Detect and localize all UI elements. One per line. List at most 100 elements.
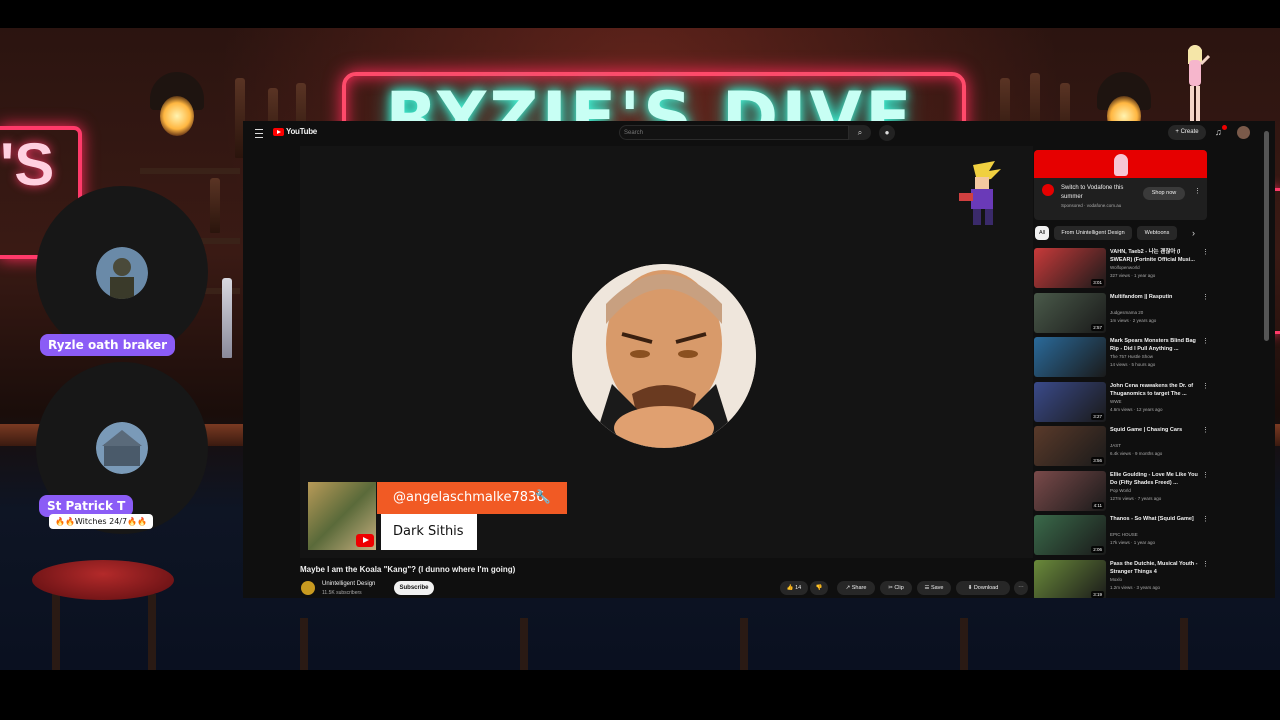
youtube-logo-text[interactable]: YouTube (286, 127, 317, 136)
recommendation-thumbnail[interactable] (1034, 337, 1106, 377)
video-player[interactable]: @angelaschmalke7836 🔧 Dark Sithis (300, 146, 1033, 558)
recommendation-channel[interactable]: The 757 Hustle Show (1110, 354, 1153, 359)
recommendation-thumbnail[interactable]: 2:57 (1034, 292, 1106, 333)
bell-icon[interactable]: ♫ (1215, 127, 1222, 137)
chevron-right-icon[interactable]: › (1192, 226, 1195, 240)
ad-figure (1114, 154, 1128, 176)
menu-icon[interactable] (255, 129, 263, 138)
recommendation-item[interactable]: 3:56 Squid Game | Chasing Cars JAST 6.4k vi… (1034, 426, 1264, 466)
pixel-sprite (959, 161, 1001, 225)
recommendation-title[interactable]: Squid Game | Chasing Cars (1110, 426, 1200, 434)
chip-from-channel[interactable]: From Unintelligent Design (1054, 226, 1132, 240)
more-actions-icon[interactable]: ⋯ (1014, 581, 1028, 595)
recommendation-channel[interactable]: Pop World (1110, 488, 1131, 493)
stool-leg (1180, 618, 1188, 670)
save-button[interactable]: ☰ Save (917, 581, 951, 595)
recommendation-channel[interactable]: Wolfopenworld (1110, 265, 1140, 270)
recommendation-title[interactable]: Pass the Dutchie, Musical Youth - Strang… (1110, 560, 1200, 576)
bar-stool (32, 560, 174, 600)
kebab-icon[interactable]: ⋮ (1202, 382, 1209, 390)
channel-avatar[interactable] (301, 581, 315, 595)
recommendation-item[interactable]: 3:27 John Cena reawakens the Dr. of Thuga… (1034, 381, 1264, 422)
recommendation-thumbnail[interactable]: 3:56 (1034, 426, 1106, 466)
recommendation-title[interactable]: Thanos - So What [Squid Game] (1110, 515, 1200, 523)
scrollbar[interactable] (1264, 131, 1269, 341)
kebab-icon[interactable]: ⋮ (1202, 293, 1209, 301)
user-avatar (96, 247, 148, 299)
search-input[interactable]: Search (619, 125, 849, 140)
kebab-icon[interactable]: ⋮ (1202, 426, 1209, 434)
recommendation-thumbnail[interactable]: 3:27 (1034, 381, 1106, 422)
bottle (222, 278, 232, 358)
recommendation-item[interactable]: Mark Spears Monsters Blind Bag Rip - Did… (1034, 337, 1264, 377)
mic-icon[interactable]: ● (879, 125, 895, 141)
ad-shop-button[interactable]: Shop now (1143, 187, 1185, 200)
recommendation-item[interactable]: 2:57 Multifandom || Rasputin Judgesmama 20… (1034, 292, 1264, 333)
download-button[interactable]: ⬇ Download (956, 581, 1010, 595)
subscribe-button[interactable]: Subscribe (394, 581, 434, 595)
recommendation-channel[interactable]: Judgesmama 20 (1110, 310, 1143, 315)
like-button[interactable]: 👍 14 (780, 581, 808, 595)
video-duration: 3:27 (1091, 412, 1104, 420)
recommendation-item[interactable]: 3:01 VAHN, Taeb2 - 나는 괜찮아 (I SWEAR) (Fort… (1034, 248, 1264, 288)
recommendation-channel[interactable]: JAST (1110, 443, 1121, 448)
download-label: Download (973, 585, 999, 591)
recommendation-thumbnail[interactable]: 3:19 (1034, 559, 1106, 598)
overlay-handle-text: @angelaschmalke7836 (393, 490, 545, 505)
recommendation-title[interactable]: Ellie Goulding - Love Me Like You Do (Fi… (1110, 471, 1200, 487)
video-duration: 3:01 (1091, 279, 1104, 286)
clip-button[interactable]: ✂ Clip (880, 581, 912, 595)
kebab-icon[interactable]: ⋮ (1202, 560, 1209, 568)
youtube-window: YouTube Search ⌕ ● + Create ♫ @angelasch… (243, 121, 1275, 598)
sponsored-ad[interactable]: Switch to Vodafone this summer Sponsored… (1034, 150, 1207, 220)
recommendation-thumbnail[interactable]: 4:11 (1034, 470, 1106, 511)
recommendation-thumbnail[interactable]: 3:01 (1034, 248, 1106, 288)
kebab-icon[interactable]: ⋮ (1202, 515, 1209, 523)
user-avatar (96, 422, 148, 474)
stool-leg (520, 618, 528, 670)
recommendation-title[interactable]: VAHN, Taeb2 - 나는 괜찮아 (I SWEAR) (Fortnite… (1110, 248, 1200, 264)
recommendation-item[interactable]: 4:11 Ellie Goulding - Love Me Like You Do… (1034, 470, 1264, 511)
video-duration: 3:19 (1091, 590, 1104, 598)
wrench-icon: 🔧 (534, 490, 551, 505)
dislike-button[interactable]: 👎 (810, 581, 828, 595)
youtube-logo-icon[interactable] (273, 128, 284, 136)
recommendation-item[interactable]: 2:06 Thanos - So What [Squid Game] EPIC HO… (1034, 515, 1264, 555)
stool-leg (300, 618, 308, 670)
channel-name[interactable]: Unintelligent Design (322, 581, 375, 587)
chip-all[interactable]: All (1035, 226, 1049, 240)
kebab-icon[interactable]: ⋮ (1194, 187, 1201, 195)
notification-badge (1222, 125, 1227, 130)
recommendation-meta: 1m views · 2 years ago (1110, 317, 1157, 323)
vodafone-logo-icon (1042, 184, 1054, 196)
video-title: Maybe I am the Koala "Kang"? (I dunno wh… (300, 565, 516, 574)
ad-sponsored: Sponsored · vodafone.com.au (1061, 203, 1122, 208)
kebab-icon[interactable]: ⋮ (1202, 337, 1209, 345)
kebab-icon[interactable]: ⋮ (1202, 248, 1209, 256)
share-button[interactable]: ↗ Share (837, 581, 875, 595)
overlay-name: Dark Sithis (381, 514, 477, 550)
stool-leg (740, 618, 748, 670)
account-avatar[interactable] (1237, 126, 1250, 139)
recommendation-item[interactable]: 3:19 Pass the Dutchie, Musical Youth - St… (1034, 559, 1264, 598)
recommendation-title[interactable]: Mark Spears Monsters Blind Bag Rip - Did… (1110, 337, 1200, 353)
recommendation-meta: 127m views · 7 years ago (1110, 495, 1162, 501)
bottle (210, 178, 220, 233)
save-label: Save (930, 585, 944, 591)
kebab-icon[interactable]: ⋮ (1202, 471, 1209, 479)
recommendation-title[interactable]: Multifandom || Rasputin (1110, 293, 1200, 301)
recommendation-meta: 1.2m views · 3 years ago (1110, 584, 1161, 590)
share-label: Share (851, 585, 867, 591)
create-button[interactable]: + Create (1168, 125, 1206, 140)
pink-figure (1188, 45, 1210, 126)
recommendation-channel[interactable]: WWE (1110, 399, 1122, 404)
recommendation-channel[interactable]: EPIC HOUSE (1110, 532, 1138, 537)
recommendation-thumbnail[interactable]: 2:06 (1034, 515, 1106, 555)
clip-label: Clip (894, 585, 904, 591)
chip-webtoons[interactable]: Webtoons (1137, 226, 1177, 240)
video-duration: 3:56 (1091, 457, 1104, 464)
recommendation-channel[interactable]: Moxlo (1110, 577, 1122, 582)
youtube-topbar: YouTube Search ⌕ ● + Create ♫ (243, 121, 1275, 145)
search-icon[interactable]: ⌕ (849, 125, 871, 140)
recommendation-title[interactable]: John Cena reawakens the Dr. of Thuganomi… (1110, 382, 1200, 398)
